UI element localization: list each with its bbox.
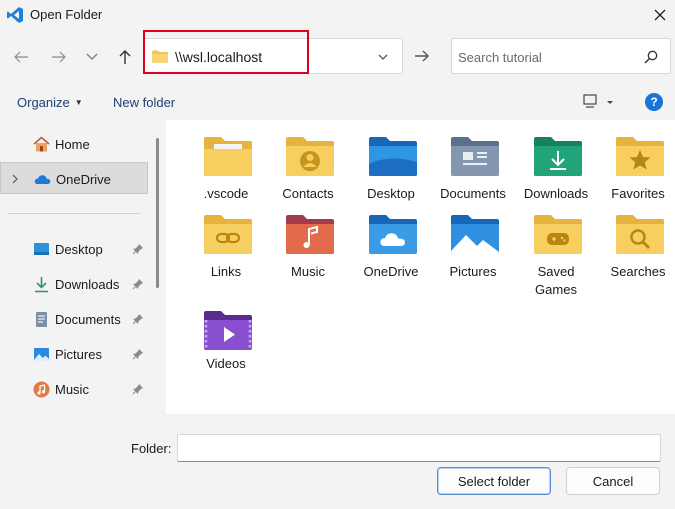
folder-item-searches[interactable]: Searches (597, 200, 675, 280)
desktop-icon (34, 243, 49, 255)
onedrive-icon (34, 175, 51, 184)
sidebar-divider (8, 213, 140, 214)
folder-label: Searches (610, 264, 666, 279)
folder-item-documents[interactable]: Documents (432, 122, 512, 202)
links-folder-icon (204, 215, 252, 254)
pin-icon[interactable] (132, 278, 144, 290)
folder-label: Videos (206, 356, 246, 371)
view-options-icon[interactable] (582, 93, 620, 111)
downloads-icon (35, 277, 48, 293)
address-bar[interactable]: \\wsl.localhost (143, 38, 403, 74)
sidebar-item-pictures[interactable]: Pictures (0, 338, 150, 370)
close-icon (654, 9, 666, 21)
address-text[interactable]: \\wsl.localhost (175, 49, 262, 65)
documents-folder-icon (451, 137, 499, 176)
sidebar-item-home[interactable]: Home (0, 128, 150, 160)
sidebar-item-label: OneDrive (56, 172, 111, 187)
sidebar-item-desktop[interactable]: Desktop (0, 233, 150, 265)
folder-item-downloads[interactable]: Downloads (515, 122, 595, 202)
forward-button[interactable] (46, 44, 72, 70)
folder-item-music[interactable]: Music (267, 200, 347, 280)
searches-folder-icon (616, 215, 664, 254)
pin-icon[interactable] (132, 383, 144, 395)
new-folder-button[interactable]: New folder (113, 95, 175, 110)
search-box[interactable] (451, 38, 671, 74)
cancel-button[interactable]: Cancel (566, 467, 660, 495)
arrow-right-icon (52, 51, 66, 63)
sidebar-item-music[interactable]: Music (0, 373, 150, 405)
documents-icon (36, 312, 47, 327)
folder-item-contacts[interactable]: Contacts (267, 122, 347, 202)
folder-item-vscode[interactable]: .vscode (185, 122, 265, 202)
folder-label: Music (291, 264, 325, 279)
select-folder-button[interactable]: Select folder (437, 467, 551, 495)
sidebar-item-onedrive[interactable]: OneDrive (0, 162, 148, 194)
search-input[interactable] (458, 47, 638, 67)
organize-menu[interactable]: Organize ▼ (17, 95, 83, 110)
downloads-folder-icon (534, 137, 582, 176)
desktop-folder-icon (369, 137, 417, 176)
folder-item-videos[interactable]: Videos (185, 296, 265, 376)
recent-locations-button[interactable] (79, 44, 105, 70)
sidebar-item-label: Downloads (55, 277, 120, 292)
close-button[interactable] (646, 2, 674, 28)
folder-icon (152, 50, 168, 63)
chevron-right-icon[interactable] (10, 173, 20, 185)
sidebar-item-label: Pictures (55, 347, 102, 362)
onedrive-folder-icon (369, 215, 417, 254)
folder-item-onedrive[interactable]: OneDrive (350, 200, 430, 280)
folder-item-favorites[interactable]: Favorites (597, 122, 675, 202)
sidebar-item-label: Desktop (55, 242, 103, 257)
folder-label: OneDrive (363, 264, 419, 279)
folder-view: .vscode Contacts Desktop Documents Downl… (166, 120, 675, 414)
home-icon (33, 136, 50, 152)
sidebar-item-label: Music (55, 382, 89, 397)
chevron-down-icon[interactable] (376, 50, 390, 64)
up-button[interactable] (112, 44, 138, 70)
music-icon (33, 381, 50, 398)
folder-field-label: Folder: (131, 441, 172, 456)
folder-icon (204, 137, 252, 176)
sidebar-item-label: Home (55, 137, 90, 152)
arrow-right-icon (415, 50, 429, 62)
sidebar-item-downloads[interactable]: Downloads (0, 268, 150, 300)
arrow-left-icon (14, 51, 28, 63)
navigation-pane: Home OneDrive Desktop Downloads Document… (0, 120, 166, 414)
contacts-folder-icon (286, 137, 334, 176)
pictures-icon (34, 348, 49, 361)
help-button[interactable]: ? (645, 93, 663, 111)
folder-label: Saved Games (535, 264, 577, 297)
organize-label: Organize (17, 95, 70, 110)
saved-games-folder-icon (534, 215, 582, 254)
title-bar: Open Folder (0, 0, 675, 30)
vscode-icon (7, 7, 23, 23)
back-button[interactable] (8, 44, 34, 70)
go-button[interactable] (408, 42, 436, 70)
caret-down-icon: ▼ (74, 98, 83, 107)
folder-label: Links (210, 264, 242, 279)
folder-item-links[interactable]: Links (185, 200, 265, 280)
arrow-up-icon (119, 50, 131, 64)
music-folder-icon (286, 215, 334, 254)
pin-icon[interactable] (132, 313, 144, 325)
sidebar-scrollbar[interactable] (156, 138, 159, 288)
search-icon[interactable] (644, 50, 658, 64)
dialog-footer: Folder: Select folder Cancel (0, 414, 675, 509)
folder-name-input[interactable] (177, 434, 661, 462)
sidebar-item-documents[interactable]: Documents (0, 303, 150, 335)
videos-folder-icon (204, 311, 252, 350)
sidebar-item-label: Documents (55, 312, 121, 327)
folder-item-pictures[interactable]: Pictures (432, 200, 512, 280)
command-bar: Organize ▼ New folder ? (0, 86, 675, 118)
pictures-folder-icon (451, 215, 499, 254)
pin-icon[interactable] (132, 243, 144, 255)
navigation-bar: \\wsl.localhost (0, 34, 675, 84)
chevron-down-icon (86, 53, 98, 60)
folder-item-saved-games[interactable]: Saved Games (515, 200, 595, 297)
pin-icon[interactable] (132, 348, 144, 360)
favorites-folder-icon (616, 137, 664, 176)
folder-item-desktop[interactable]: Desktop (350, 122, 430, 202)
window-title: Open Folder (30, 7, 103, 22)
folder-label: Pictures (449, 264, 497, 279)
